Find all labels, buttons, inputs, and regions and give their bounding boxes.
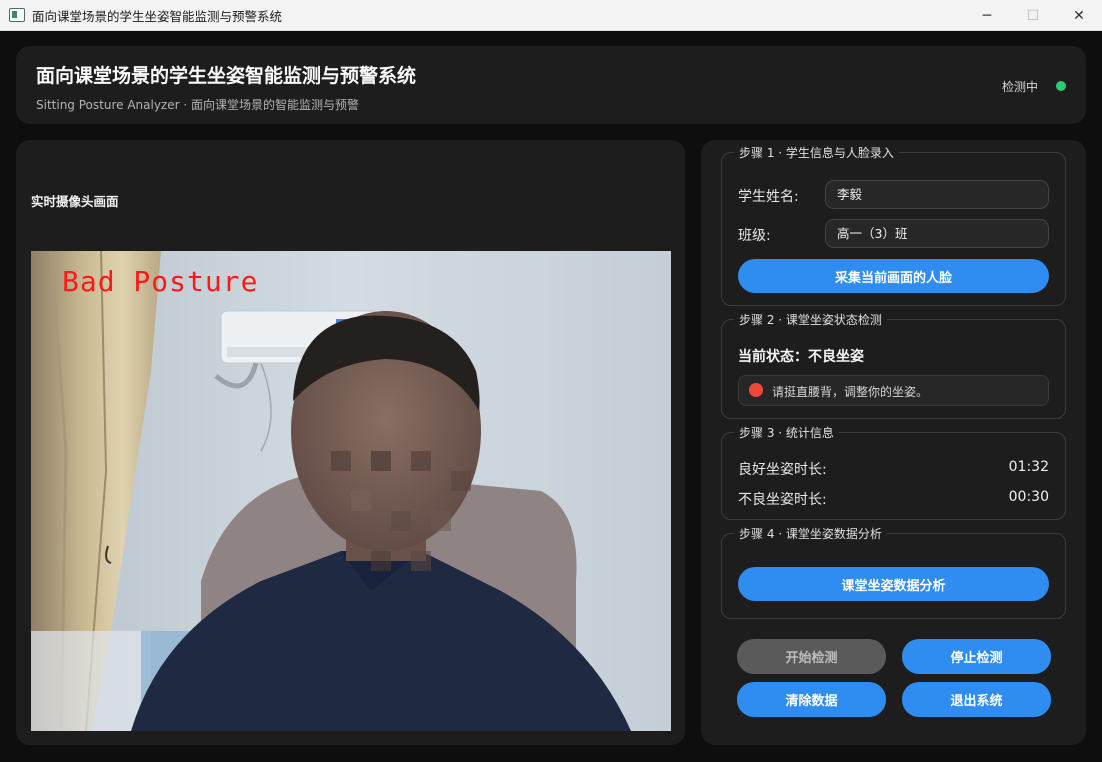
start-detection-button[interactable]: 开始检测: [737, 639, 886, 674]
posture-overlay-label: Bad Posture: [62, 265, 259, 298]
maximize-button[interactable]: ☐: [1010, 0, 1056, 31]
student-name-label: 学生姓名:: [738, 189, 799, 205]
student-name-input[interactable]: 李毅: [825, 180, 1049, 209]
camera-frame-illustration: [31, 251, 671, 731]
window-controls: ─ ☐ ✕: [964, 0, 1102, 31]
minimize-button[interactable]: ─: [964, 0, 1010, 31]
window-title: 面向课堂场景的学生坐姿智能监测与预警系统: [32, 8, 283, 24]
step2-group: 步骤 2 · 课堂坐姿状态检测 当前状态：不良坐姿 请挺直腰背，调整你的坐姿。: [721, 311, 1066, 419]
step2-title: 步骤 2 · 课堂坐姿状态检测: [734, 311, 887, 328]
app-body: 面向课堂场景的学生坐姿智能监测与预警系统 Sitting Posture Ana…: [0, 31, 1102, 762]
bad-posture-duration: 00:30: [1008, 489, 1049, 505]
close-button[interactable]: ✕: [1056, 0, 1102, 31]
analyze-data-button[interactable]: 课堂坐姿数据分析: [738, 567, 1049, 601]
status-indicator-icon: [1056, 81, 1066, 91]
good-posture-label: 良好坐姿时长:: [738, 462, 827, 478]
alert-dot-icon: [749, 383, 763, 397]
camera-label: 实时摄像头画面: [31, 194, 119, 209]
bad-posture-label: 不良坐姿时长:: [738, 492, 827, 508]
stop-detection-button[interactable]: 停止检测: [902, 639, 1051, 674]
clear-data-button[interactable]: 清除数据: [737, 682, 886, 717]
control-panel: 步骤 1 · 学生信息与人脸录入 学生姓名: 李毅 班级: 高一（3）班 采集当…: [701, 140, 1086, 745]
capture-face-button[interactable]: 采集当前画面的人脸: [738, 259, 1049, 293]
step4-group: 步骤 4 · 课堂坐姿数据分析 课堂坐姿数据分析: [721, 525, 1066, 619]
class-input[interactable]: 高一（3）班: [825, 219, 1049, 248]
app-icon: [9, 8, 25, 22]
step3-title: 步骤 3 · 统计信息: [734, 424, 839, 441]
camera-panel: 实时摄像头画面 Bad Posture: [16, 140, 685, 745]
detection-status-text: 检测中: [1001, 80, 1038, 94]
camera-feed: Bad Posture: [31, 251, 671, 731]
exit-system-button[interactable]: 退出系统: [902, 682, 1051, 717]
step4-title: 步骤 4 · 课堂坐姿数据分析: [734, 525, 887, 542]
class-label: 班级:: [738, 228, 771, 244]
current-state-text: 当前状态：不良坐姿: [738, 349, 864, 365]
alert-message: 请挺直腰背，调整你的坐姿。: [772, 385, 929, 399]
app-subtitle: Sitting Posture Analyzer · 面向课堂场景的智能监测与预…: [36, 98, 359, 112]
window-titlebar: 面向课堂场景的学生坐姿智能监测与预警系统 ─ ☐ ✕: [0, 0, 1102, 31]
step1-group: 步骤 1 · 学生信息与人脸录入 学生姓名: 李毅 班级: 高一（3）班 采集当…: [721, 144, 1066, 306]
step1-title: 步骤 1 · 学生信息与人脸录入: [734, 144, 899, 161]
step3-group: 步骤 3 · 统计信息 良好坐姿时长: 01:32 不良坐姿时长: 00:30: [721, 424, 1066, 520]
posture-alert: 请挺直腰背，调整你的坐姿。: [738, 375, 1049, 406]
good-posture-duration: 01:32: [1008, 459, 1049, 475]
header-card: 面向课堂场景的学生坐姿智能监测与预警系统 Sitting Posture Ana…: [16, 46, 1086, 124]
app-title: 面向课堂场景的学生坐姿智能监测与预警系统: [36, 65, 417, 87]
